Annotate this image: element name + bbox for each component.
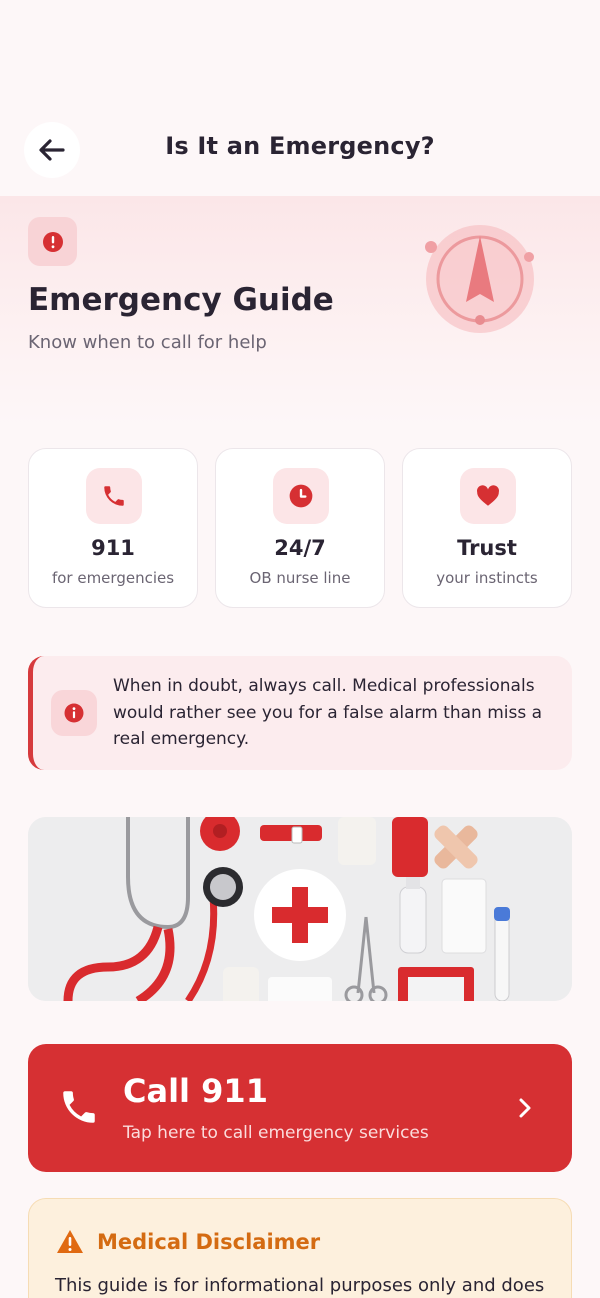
disclaimer-text: This guide is for informational purposes… — [55, 1275, 545, 1296]
info-text: When in doubt, always call. Medical prof… — [113, 676, 543, 749]
stat-icon-badge — [460, 468, 516, 524]
stat-value: 911 — [91, 536, 135, 560]
app-header: Is It an Emergency? — [0, 0, 600, 196]
stat-label: OB nurse line — [249, 569, 351, 587]
stat-label: for emergencies — [51, 569, 175, 587]
stat-value: 24/7 — [274, 536, 326, 560]
call-button-subtitle: Tap here to call emergency services — [123, 1123, 429, 1143]
call-911-button[interactable]: Call 911 Tap here to call emergency serv… — [28, 1044, 572, 1172]
call-button-title: Call 911 — [123, 1072, 268, 1110]
stat-card-nurse-line: 24/7 OB nurse line — [215, 448, 385, 608]
warning-triangle-icon — [57, 1230, 83, 1253]
medical-disclaimer: Medical Disclaimer This guide is for inf… — [28, 1198, 572, 1298]
info-icon — [64, 703, 84, 723]
compass-icon — [425, 225, 534, 333]
first-aid-illustration — [28, 817, 572, 1001]
heart-icon — [477, 485, 500, 506]
hero-badge — [28, 217, 77, 266]
phone-icon — [104, 486, 124, 506]
first-aid-supplies-image — [28, 817, 572, 1001]
hero-title: Emergency Guide — [28, 282, 334, 318]
stat-label: your instincts — [436, 569, 538, 587]
phone-icon — [63, 1091, 95, 1123]
chevron-right-icon — [519, 1098, 531, 1118]
stat-icon-badge — [86, 468, 142, 524]
stat-card-emergency: 911 for emergencies — [28, 448, 198, 608]
info-callout: When in doubt, always call. Medical prof… — [28, 656, 572, 770]
alert-circle-icon — [42, 231, 63, 252]
page-title: Is It an Emergency? — [165, 132, 435, 160]
clock-icon — [289, 484, 313, 508]
stat-icon-badge — [273, 468, 329, 524]
hero-subtitle: Know when to call for help — [28, 332, 267, 353]
stat-card-trust: Trust your instincts — [402, 448, 572, 608]
info-icon-badge — [51, 690, 97, 736]
stat-value: Trust — [457, 536, 517, 560]
disclaimer-title: Medical Disclaimer — [97, 1230, 321, 1254]
hero-section: Emergency Guide Know when to call for he… — [0, 196, 600, 426]
